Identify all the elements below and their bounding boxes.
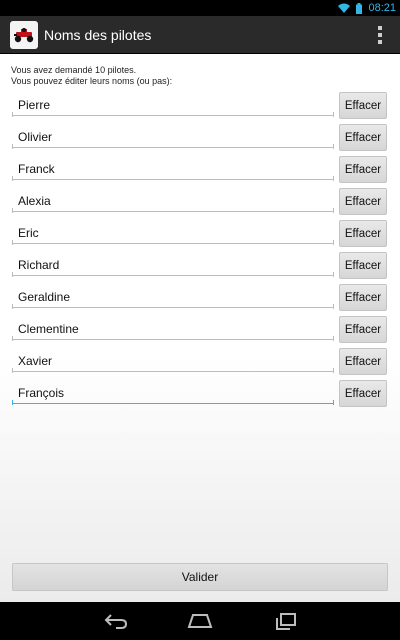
status-time: 08:21 bbox=[368, 2, 396, 14]
pilot-name-input-9[interactable] bbox=[12, 350, 334, 372]
pilot-name-input-10[interactable] bbox=[12, 382, 334, 404]
pilot-row-5: Effacer bbox=[12, 220, 388, 248]
back-icon[interactable] bbox=[102, 610, 130, 632]
clear-button-5[interactable]: Effacer bbox=[339, 220, 387, 247]
pilot-row-4: Effacer bbox=[12, 188, 388, 216]
pilot-row-9: Effacer bbox=[12, 348, 388, 376]
action-bar: Noms des pilotes bbox=[0, 16, 400, 54]
clear-button-8[interactable]: Effacer bbox=[339, 316, 387, 343]
wifi-icon bbox=[338, 3, 351, 13]
pilot-name-input-7[interactable] bbox=[12, 286, 334, 308]
battery-icon bbox=[356, 2, 363, 14]
clear-button-6[interactable]: Effacer bbox=[339, 252, 387, 279]
pilot-name-input-4[interactable] bbox=[12, 190, 334, 212]
validate-button[interactable]: Valider bbox=[12, 563, 388, 591]
page-title: Noms des pilotes bbox=[44, 27, 152, 43]
clear-button-4[interactable]: Effacer bbox=[339, 188, 387, 215]
system-nav-bar bbox=[0, 602, 400, 640]
pilot-name-input-5[interactable] bbox=[12, 222, 334, 244]
clear-button-10[interactable]: Effacer bbox=[339, 380, 387, 407]
pilot-row-3: Effacer bbox=[12, 156, 388, 184]
pilot-name-input-6[interactable] bbox=[12, 254, 334, 276]
app-icon bbox=[10, 21, 38, 49]
main-content: Vous avez demandé 10 pilotes. Vous pouve… bbox=[0, 54, 400, 602]
overflow-menu-icon[interactable] bbox=[370, 24, 390, 46]
clear-button-2[interactable]: Effacer bbox=[339, 124, 387, 151]
intro-line-2: Vous pouvez éditer leurs noms (ou pas): bbox=[11, 76, 173, 86]
status-icons: 08:21 bbox=[338, 1, 396, 15]
pilot-name-input-1[interactable] bbox=[12, 94, 334, 116]
clear-button-7[interactable]: Effacer bbox=[339, 284, 387, 311]
intro-text: Vous avez demandé 10 pilotes. Vous pouve… bbox=[11, 65, 172, 87]
pilot-row-1: Effacer bbox=[12, 92, 388, 120]
clear-button-9[interactable]: Effacer bbox=[339, 348, 387, 375]
home-icon[interactable] bbox=[186, 610, 214, 632]
pilot-row-8: Effacer bbox=[12, 316, 388, 344]
intro-line-1: Vous avez demandé 10 pilotes. bbox=[11, 65, 137, 75]
pilot-row-2: Effacer bbox=[12, 124, 388, 152]
pilot-row-7: Effacer bbox=[12, 284, 388, 312]
pilot-name-input-3[interactable] bbox=[12, 158, 334, 180]
pilot-row-6: Effacer bbox=[12, 252, 388, 280]
kart-icon bbox=[14, 28, 34, 43]
status-bar: 08:21 bbox=[0, 0, 400, 16]
pilot-name-input-8[interactable] bbox=[12, 318, 334, 340]
clear-button-1[interactable]: Effacer bbox=[339, 92, 387, 119]
recents-icon[interactable] bbox=[272, 610, 300, 632]
pilot-row-10: Effacer bbox=[12, 380, 388, 408]
pilot-name-input-2[interactable] bbox=[12, 126, 334, 148]
clear-button-3[interactable]: Effacer bbox=[339, 156, 387, 183]
